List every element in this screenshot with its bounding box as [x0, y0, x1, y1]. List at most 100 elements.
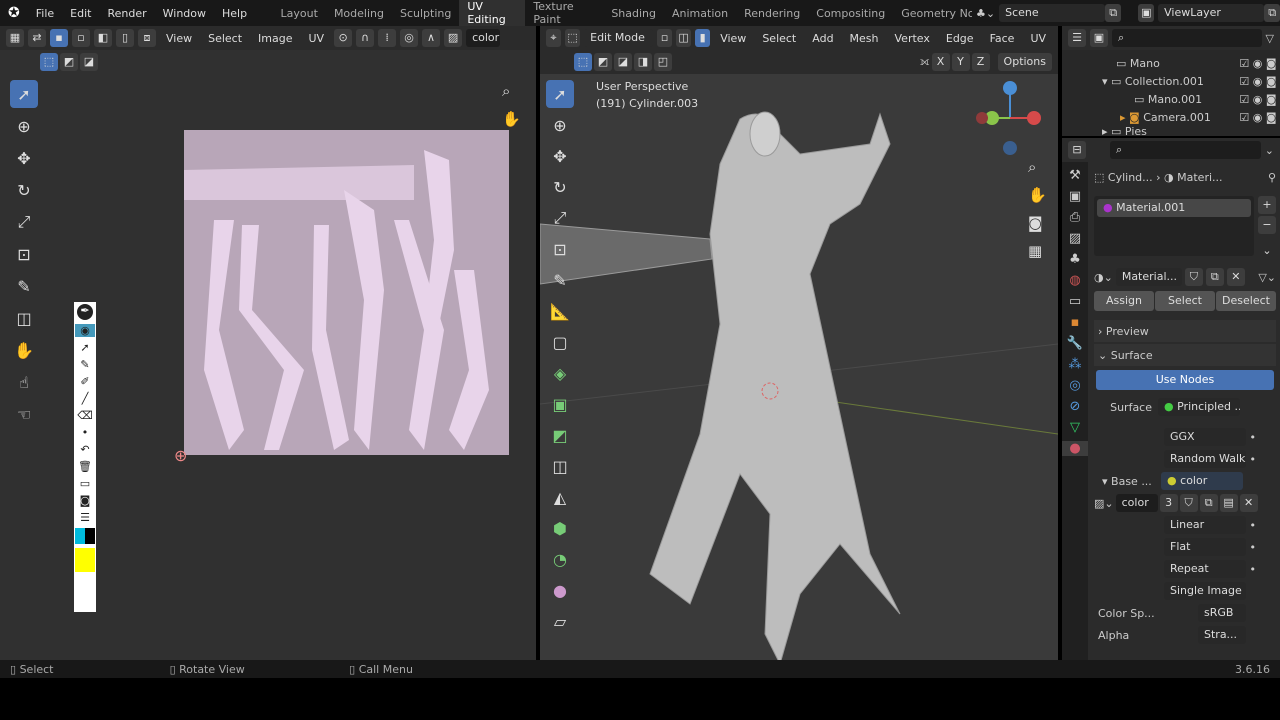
navigation-gizmo[interactable]	[974, 78, 1044, 158]
notes-icon[interactable]: ☰	[80, 511, 90, 524]
constraints-tab-icon[interactable]: ⊘	[1070, 399, 1081, 414]
menu-view[interactable]: View	[160, 32, 198, 45]
unlink-icon[interactable]: ✕	[1226, 268, 1245, 286]
properties-type-icon[interactable]: ⊟	[1068, 141, 1086, 159]
loop-cut-icon[interactable]: ◫	[546, 452, 574, 480]
scale-tool-icon[interactable]: ⤢	[10, 208, 38, 236]
rotate-tool-icon[interactable]: ↻	[10, 176, 38, 204]
grab-tool-icon[interactable]: ✋	[10, 336, 38, 364]
scene-field[interactable]: Scene	[999, 4, 1106, 22]
cursor-tool-icon[interactable]: ⊕	[10, 112, 38, 140]
eraser-icon[interactable]: ⌫	[77, 409, 93, 422]
menu-edge[interactable]: Edge	[940, 32, 980, 45]
editor-type-icon[interactable]: ⌖	[546, 29, 562, 47]
sticky-select-icon[interactable]: ⧈	[138, 29, 156, 47]
axis-x-toggle[interactable]: X	[931, 53, 950, 71]
tab-sculpting[interactable]: Sculpting	[392, 3, 459, 24]
transform-tool-icon[interactable]: ⊡	[546, 235, 574, 263]
menu-vertex[interactable]: Vertex	[889, 32, 936, 45]
menu-select[interactable]: Select	[202, 32, 248, 45]
tab-layout[interactable]: Layout	[273, 3, 326, 24]
view-layer-tab-icon[interactable]: ▨	[1069, 231, 1081, 246]
fake-user-icon[interactable]: ⛉	[1184, 268, 1203, 286]
select-subtract-icon[interactable]: ◪	[80, 53, 98, 71]
menu-face[interactable]: Face	[984, 32, 1021, 45]
tab-rendering[interactable]: Rendering	[736, 3, 808, 24]
unlink-icon[interactable]: ✕	[1239, 494, 1258, 512]
tab-compositing[interactable]: Compositing	[808, 3, 893, 24]
new-view-layer-icon[interactable]: ⧉	[1264, 4, 1280, 22]
menu-view[interactable]: View	[714, 32, 752, 45]
color-swatches[interactable]	[75, 528, 95, 544]
menu-image[interactable]: Image	[252, 32, 298, 45]
zoom-icon[interactable]: ⌕	[1028, 158, 1047, 176]
duplicate-icon[interactable]: ⧉	[1205, 268, 1224, 286]
projection-dropdown[interactable]: Flat	[1164, 538, 1246, 556]
remove-slot-button[interactable]: −	[1258, 216, 1276, 234]
scene-tab-icon[interactable]: ♣	[1069, 252, 1081, 267]
move-tool-icon[interactable]: ✥	[546, 142, 574, 170]
chevron-down-icon[interactable]: ⌄	[1265, 144, 1274, 157]
snap-icon[interactable]: ∩	[356, 29, 375, 47]
surface-panel-header[interactable]: ⌄ Surface	[1094, 344, 1276, 366]
outliner-item[interactable]: ▸ ◙ Camera.001 ☑ ◉ ◙	[1062, 108, 1280, 126]
scale-tool-icon[interactable]: ⤢	[546, 204, 574, 232]
outliner-item[interactable]: ▾ ▭ Collection.001 ☑ ◉ ◙	[1062, 72, 1280, 90]
base-color-link[interactable]: ● color	[1161, 472, 1244, 490]
collection-tab-icon[interactable]: ▭	[1069, 294, 1081, 309]
expand-icon[interactable]: ▾	[1102, 475, 1111, 488]
image-name-field[interactable]: color	[466, 29, 501, 47]
pinch-tool-icon[interactable]: ☜	[10, 400, 38, 428]
falloff-icon[interactable]: ∧	[422, 29, 441, 47]
extension-dropdown[interactable]: Repeat	[1164, 560, 1246, 578]
properties-search[interactable]: ⌕	[1110, 141, 1261, 159]
slot-menu-button[interactable]: ⌄	[1258, 242, 1276, 260]
fake-user-icon[interactable]: ⛉	[1179, 494, 1198, 512]
select-box-icon[interactable]: ⬚	[40, 53, 58, 71]
highlighter-icon[interactable]: ✐	[80, 375, 89, 388]
move-tool-icon[interactable]: ✥	[10, 144, 38, 172]
select-invert-icon[interactable]: ◨	[634, 53, 652, 71]
pen-tool-icon[interactable]: ✎	[80, 358, 89, 371]
add-cube-icon[interactable]: ▢	[546, 328, 574, 356]
select-intersect-icon[interactable]: ◰	[654, 53, 672, 71]
rotate-tool-icon[interactable]: ↻	[546, 173, 574, 201]
outliner-search[interactable]: ⌕	[1112, 29, 1262, 47]
rip-tool-icon[interactable]: ◫	[10, 304, 38, 332]
color-yellow[interactable]	[75, 548, 95, 572]
tab-animation[interactable]: Animation	[664, 3, 736, 24]
surface-shader-field[interactable]: ● Principled ...	[1158, 398, 1240, 416]
menu-file[interactable]: File	[28, 7, 62, 20]
outliner-item[interactable]: ▭ Mano ☑ ◉ ◙	[1062, 54, 1280, 72]
pan-hand-icon[interactable]: ✋	[502, 110, 521, 128]
menu-window[interactable]: Window	[155, 7, 214, 20]
filter-icon[interactable]: ▽	[1266, 32, 1274, 45]
outliner-type-icon[interactable]: ☰	[1068, 29, 1086, 47]
pan-hand-icon[interactable]: ✋	[1028, 186, 1047, 204]
image-browse-icon[interactable]: ▨⌄	[1094, 497, 1114, 510]
alpha-mode-dropdown[interactable]: Stra...	[1198, 626, 1246, 644]
image-name-field[interactable]: color	[1115, 494, 1158, 512]
select-box-icon[interactable]: ⬚	[574, 53, 592, 71]
outliner-item[interactable]: ▭ Mano.001 ☑ ◉ ◙	[1062, 90, 1280, 108]
spin-icon[interactable]: ◔	[546, 545, 574, 573]
pack-icon[interactable]: ▤	[1219, 494, 1238, 512]
duplicate-icon[interactable]: ⧉	[1199, 494, 1218, 512]
smooth-icon[interactable]: ●	[546, 576, 574, 604]
source-dropdown[interactable]: Single Image	[1164, 582, 1246, 600]
preview-panel-header[interactable]: › Preview	[1094, 320, 1276, 342]
world-tab-icon[interactable]: ◍	[1069, 273, 1080, 288]
vertex-select-icon[interactable]: ▪	[50, 29, 68, 47]
edge-mode-icon[interactable]: ◫	[676, 29, 692, 47]
ortho-grid-icon[interactable]: ▦	[1028, 242, 1047, 260]
scene-icon[interactable]: ♣⌄	[976, 7, 995, 20]
bevel-icon[interactable]: ◩	[546, 421, 574, 449]
subsurface-method-dropdown[interactable]: Random Walk	[1164, 450, 1246, 468]
zoom-icon[interactable]: ⌕	[502, 82, 521, 100]
visibility-icons[interactable]: ☑ ◉ ◙	[1239, 111, 1280, 124]
vertex-mode-icon[interactable]: ▫	[657, 29, 673, 47]
data-tab-icon[interactable]: ▽	[1070, 420, 1080, 435]
mirror-icon[interactable]: ⟗	[920, 55, 930, 69]
select-extend-icon[interactable]: ◩	[594, 53, 612, 71]
face-mode-icon[interactable]: ▮	[695, 29, 711, 47]
